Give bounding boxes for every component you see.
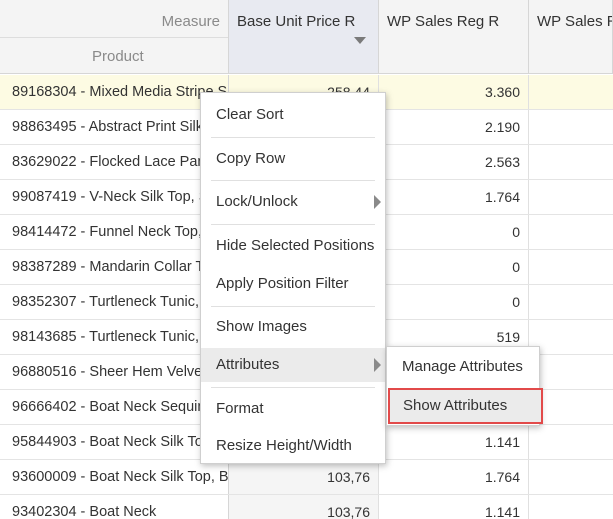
menu-separator	[211, 306, 375, 307]
menu-item-resize-height-width[interactable]: Resize Height/Width	[201, 429, 385, 463]
menu-item-label: Lock/Unlock	[216, 193, 298, 210]
column-header-label: WP Sales Reg R	[387, 13, 500, 30]
menu-item-attributes[interactable]: Attributes	[201, 348, 385, 382]
chevron-right-icon	[374, 358, 381, 372]
menu-separator	[211, 137, 375, 138]
product-cell[interactable]: 96880516 - Sheer Hem Velvet Top, Burgund…	[0, 355, 229, 389]
menu-item-label: Hide Selected Positions	[216, 237, 375, 254]
wp-sales-re-cell[interactable]	[529, 495, 613, 519]
menu-item-label: Clear Sort	[216, 106, 284, 123]
sort-descending-icon[interactable]	[354, 37, 366, 44]
submenu-item-show-attributes[interactable]: Show Attributes	[388, 388, 543, 424]
wp-sales-re-cell[interactable]	[529, 180, 613, 214]
product-cell[interactable]: 95844903 - Boat Neck Silk Top, Silver	[0, 425, 229, 459]
product-cell[interactable]: 83629022 - Flocked Lace Panel Blouse, Wh…	[0, 145, 229, 179]
product-label: Product	[92, 48, 144, 65]
wp-sales-re-cell[interactable]	[529, 250, 613, 284]
wp-sales-re-cell[interactable]	[529, 285, 613, 319]
chevron-right-icon	[374, 195, 381, 209]
wp-sales-reg-cell[interactable]: 0	[379, 250, 529, 284]
wp-sales-re-cell[interactable]	[529, 355, 613, 389]
wp-sales-reg-cell[interactable]: 3.360	[379, 75, 529, 109]
column-header-label: WP Sales Re	[537, 13, 612, 30]
submenu-item-manage-attributes[interactable]: Manage Attributes	[387, 349, 539, 385]
wp-sales-re-cell[interactable]	[529, 75, 613, 109]
column-header-base-unit-price[interactable]: Base Unit Price R	[229, 0, 379, 74]
menu-item-clear-sort[interactable]: Clear Sort	[201, 98, 385, 132]
wp-sales-reg-cell[interactable]: 1.141	[379, 425, 529, 459]
product-cell[interactable]: 96666402 - Boat Neck Sequin Top	[0, 390, 229, 424]
submenu-item-label: Manage Attributes	[402, 358, 523, 375]
product-cell[interactable]: 93600009 - Boat Neck Silk Top, Burgundy	[0, 460, 229, 494]
product-cell[interactable]: 99087419 - V-Neck Silk Top, Soft White	[0, 180, 229, 214]
wp-sales-re-cell[interactable]	[529, 215, 613, 249]
wp-sales-reg-cell[interactable]: 2.190	[379, 110, 529, 144]
wp-sales-reg-cell[interactable]: 1.764	[379, 180, 529, 214]
product-cell[interactable]: 93402304 - Boat Neck	[0, 495, 229, 519]
base-unit-price-cell[interactable]: 103,76	[229, 495, 379, 519]
menu-item-label: Apply Position Filter	[216, 275, 349, 292]
menu-item-copy-row[interactable]: Copy Row	[201, 142, 385, 176]
menu-item-label: Resize Height/Width	[216, 437, 352, 454]
menu-item-hide-selected-positions[interactable]: Hide Selected Positions	[201, 229, 385, 263]
menu-item-label: Copy Row	[216, 150, 286, 167]
wp-sales-reg-cell[interactable]: 1.764	[379, 460, 529, 494]
column-header-label: Base Unit Price R	[237, 13, 356, 30]
product-cell[interactable]: 98143685 - Turtleneck Tunic, Black	[0, 320, 229, 354]
measure-label: Measure	[161, 13, 220, 30]
menu-item-lock-unlock[interactable]: Lock/Unlock	[201, 185, 385, 219]
wp-sales-reg-cell[interactable]: 0	[379, 215, 529, 249]
menu-item-show-images[interactable]: Show Images	[201, 310, 385, 344]
menu-separator	[211, 387, 375, 388]
wp-sales-re-cell[interactable]	[529, 110, 613, 144]
product-cell[interactable]: 98863495 - Abstract Print Silk Top, Navy	[0, 110, 229, 144]
wp-sales-re-cell[interactable]	[529, 425, 613, 459]
menu-item-label: Show Images	[216, 318, 307, 335]
table-row[interactable]: 93402304 - Boat Neck 103,76 1.141	[0, 495, 613, 519]
product-cell[interactable]: 98414472 - Funnel Neck Top, Black	[0, 215, 229, 249]
product-cell[interactable]: 98387289 - Mandarin Collar Textured Silk…	[0, 250, 229, 284]
grid-corner-header: Measure Product	[0, 0, 229, 74]
table-row[interactable]: 93600009 - Boat Neck Silk Top, Burgundy …	[0, 460, 613, 495]
wp-sales-reg-cell[interactable]: 2.563	[379, 145, 529, 179]
base-unit-price-cell[interactable]: 103,76	[229, 460, 379, 494]
menu-item-format[interactable]: Format	[201, 392, 385, 426]
wp-sales-reg-cell[interactable]: 0	[379, 285, 529, 319]
column-header-wp-sales-re[interactable]: WP Sales Re	[529, 0, 613, 74]
column-header-wp-sales-reg[interactable]: WP Sales Reg R	[379, 0, 529, 74]
menu-item-apply-position-filter[interactable]: Apply Position Filter	[201, 267, 385, 301]
menu-item-label: Format	[216, 400, 264, 417]
menu-separator	[211, 224, 375, 225]
product-cell[interactable]: 98352307 - Turtleneck Tunic, Grey	[0, 285, 229, 319]
submenu-item-label: Show Attributes	[403, 397, 508, 414]
product-cell[interactable]: 89168304 - Mixed Media Stripe Shirt, Bla…	[0, 75, 229, 109]
wp-sales-re-cell[interactable]	[529, 145, 613, 179]
corner-divider	[0, 37, 228, 38]
attributes-submenu: Manage Attributes Show Attributes	[386, 346, 543, 426]
wp-sales-re-cell[interactable]	[529, 320, 613, 354]
wp-sales-re-cell[interactable]	[529, 460, 613, 494]
menu-separator	[211, 180, 375, 181]
wp-sales-reg-cell[interactable]: 1.141	[379, 495, 529, 519]
context-menu: Clear Sort Copy Row Lock/Unlock Hide Sel…	[200, 92, 386, 464]
menu-item-label: Attributes	[216, 356, 280, 373]
